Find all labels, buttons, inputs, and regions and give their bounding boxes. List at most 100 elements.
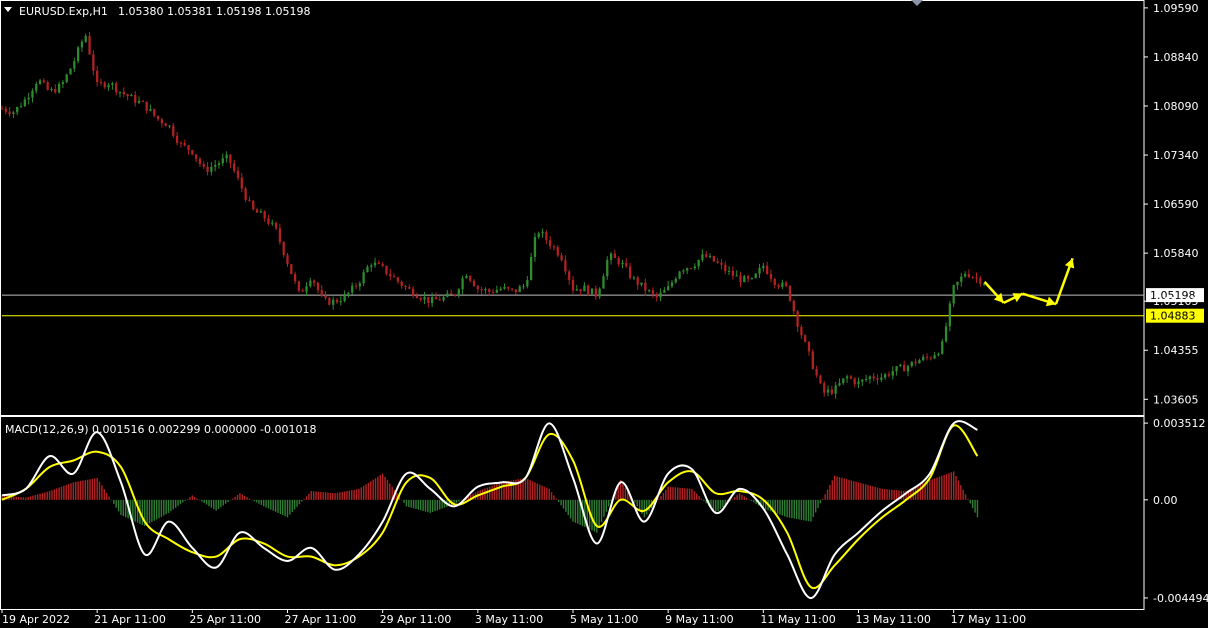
candle-body [568,271,571,280]
macd-histogram-bar [536,483,539,500]
macd-histogram-bar [105,492,108,500]
macd-histogram-bar [876,487,879,500]
macd-histogram-bar [291,499,293,513]
macd-histogram-bar [795,499,798,520]
macd-histogram-bar [845,479,848,500]
macd-histogram-bar [46,491,48,500]
candle-body [891,371,894,376]
macd-histogram-bar [686,488,688,500]
price-tick-label-3: 1.07340 [1153,149,1199,162]
macd-histogram-bar [807,499,810,522]
candle-body [103,82,106,88]
macd-histogram-bar [312,491,315,500]
macd-histogram-bar [569,499,572,519]
macd-histogram-bar [484,488,486,500]
candle-body [545,232,548,241]
candle-body [899,364,902,367]
macd-histogram-bar [943,474,945,500]
macd-histogram-bar [417,499,420,510]
macd-histogram-bar [25,497,27,500]
macd-tick-label-0: 0.003512 [1153,417,1206,430]
price-tick-label-6: 1.05105 [1153,295,1199,308]
macd-histogram-bar [864,484,867,500]
candle-body [225,154,228,159]
candle-body [937,353,940,356]
ohlc-label: 1.05380 1.05381 1.05198 1.05198 [118,5,310,18]
time-tick-label-3: 27 Apr 11:00 [285,613,357,626]
macd-histogram-bar [41,493,44,500]
macd-histogram-bar [115,499,117,508]
candle-body [895,366,898,372]
candle-body [678,271,681,279]
candle-body [834,385,837,394]
macd-histogram-bar [848,479,850,500]
candle-body [876,378,879,380]
macd-histogram-bar [310,491,313,500]
candle-body [149,109,152,111]
candle-body [914,361,917,364]
candle-body [903,364,906,372]
macd-histogram-bar [322,492,324,500]
candle-body [453,294,457,296]
macd-histogram-bar [824,494,826,500]
candle-body [644,282,647,291]
candle-body [488,289,491,292]
macd-histogram-bar [153,499,155,521]
macd-histogram-bar [857,482,860,500]
macd-histogram-bar [298,499,301,505]
macd-histogram-bar [643,499,646,518]
candle-body [214,165,217,167]
candle-body [849,376,853,379]
macd-histogram-bar [103,489,106,500]
macd-histogram-bar [524,477,527,500]
macd-histogram-bar [217,499,220,509]
macd-histogram-bar [503,481,505,500]
macd-histogram-bar [429,499,431,513]
candle-body [141,100,144,102]
macd-histogram-bar [146,499,148,525]
scroll-marker-icon[interactable] [911,0,923,6]
macd-histogram-bar [77,481,79,500]
candle-body [526,280,529,287]
candle-body [693,266,696,269]
macd-histogram-bar [151,499,153,523]
macd-histogram-bar [353,489,355,500]
macd-histogram-bar [158,499,160,519]
price-tick-label-5: 1.05840 [1153,247,1199,260]
candle-body [217,163,221,166]
macd-histogram-bar [565,499,567,512]
candle-body [168,125,171,127]
chart-canvas[interactable]: 1.051981.04883 1.095901.088401.080901.07… [0,0,1208,628]
candle-body [19,106,23,108]
macd-histogram-bar [460,499,462,501]
macd-histogram-bar [232,498,234,500]
candle-body [366,266,369,273]
candle-body [290,264,293,275]
macd-histogram-bar [174,499,177,508]
macd-histogram-bar [205,499,208,505]
macd-histogram-bar [850,480,853,500]
macd-histogram-bar [734,497,736,500]
macd-histogram-bar [408,499,410,508]
candle-body [807,341,811,352]
time-tick-label-2: 25 Apr 11:00 [189,613,261,626]
candle-body [647,290,651,292]
candle-body [811,351,814,369]
macd-histogram-bar [170,499,172,512]
candle-body [606,259,609,277]
macd-histogram-bar [320,491,322,500]
macd-histogram-bar [117,499,120,512]
macd-histogram-bar [89,479,91,500]
macd-histogram-bar [108,496,110,500]
candle-body [529,256,533,281]
candle-body [518,286,521,293]
macd-histogram-bar [929,480,931,500]
candle-body [804,335,807,342]
collapse-triangle-icon[interactable] [4,7,12,12]
candle-body [130,94,133,97]
macd-histogram-bar [800,499,803,520]
macd-histogram-bar [132,499,134,521]
candle-body [941,341,944,354]
macd-histogram-bar [215,499,217,511]
macd-histogram-bar [869,485,872,500]
